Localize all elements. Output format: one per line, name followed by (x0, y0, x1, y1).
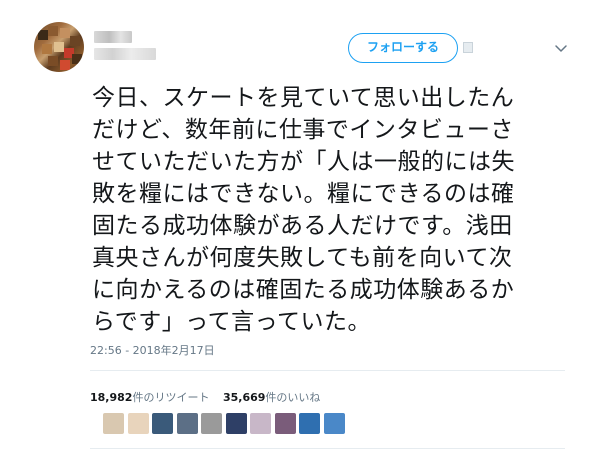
tweet-text-line: 真央さんが何度失敗しても前を向いて次 (92, 245, 513, 271)
tweet-text-line: に向かえるのは確固たる成功体験あるか (92, 277, 515, 303)
tweet-text-line: だけど、数年前に仕事でインタビューさ (92, 117, 514, 143)
display-name-redacted[interactable] (94, 31, 132, 43)
tweet-stats: 18,982件のリツイート 35,669件のいいね (90, 389, 330, 405)
retweet-count-label: 件のリツイート (132, 391, 210, 404)
liker-avatar[interactable] (201, 413, 222, 434)
tweet-text-line: 敗を糧にはできない。糧にできるのは確 (92, 181, 515, 207)
tweet-text-line: せていただいた方が「人は一般的には失 (92, 149, 515, 175)
liker-avatar[interactable] (152, 413, 173, 434)
tweet-text-line: 今日、スケートを見ていて思い出したん (92, 85, 515, 111)
divider (90, 370, 565, 371)
liker-avatar[interactable] (274, 413, 296, 434)
follow-button[interactable]: フォローする (348, 33, 458, 63)
tweet-text-line: らです」って言っていた。 (92, 309, 372, 335)
chevron-down-icon[interactable] (553, 40, 569, 56)
screen-name-redacted[interactable] (94, 48, 156, 60)
like-count-number: 35,669 (222, 391, 266, 404)
retweet-count[interactable]: 18,982件のリツイート (90, 391, 209, 404)
like-count[interactable]: 35,669件のいいね (223, 391, 320, 404)
like-count-label: 件のいいね (265, 391, 321, 404)
liker-avatar[interactable] (250, 413, 271, 434)
liker-avatar[interactable] (103, 413, 124, 434)
avatar[interactable] (34, 22, 84, 72)
liker-avatar[interactable] (225, 413, 247, 434)
liker-avatar[interactable] (127, 413, 149, 434)
tweet-timestamp[interactable]: 22:56 - 2018年2月17日 (90, 342, 215, 358)
tweet-card: フォローする 今日、スケートを見ていて思い出したん だけど、数年前に仕事でインタ… (0, 0, 600, 455)
liker-avatar[interactable] (176, 413, 198, 434)
retweet-count-number: 18,982 (90, 391, 133, 404)
follow-extra-icon (463, 42, 473, 53)
tweet-text: 今日、スケートを見ていて思い出したん だけど、数年前に仕事でインタビューさ せて… (92, 82, 552, 338)
liker-avatar[interactable] (299, 413, 320, 434)
liker-avatar[interactable] (323, 413, 345, 434)
tweet-text-line: 固たる成功体験がある人だけです。浅田 (92, 213, 513, 239)
divider (90, 448, 565, 449)
